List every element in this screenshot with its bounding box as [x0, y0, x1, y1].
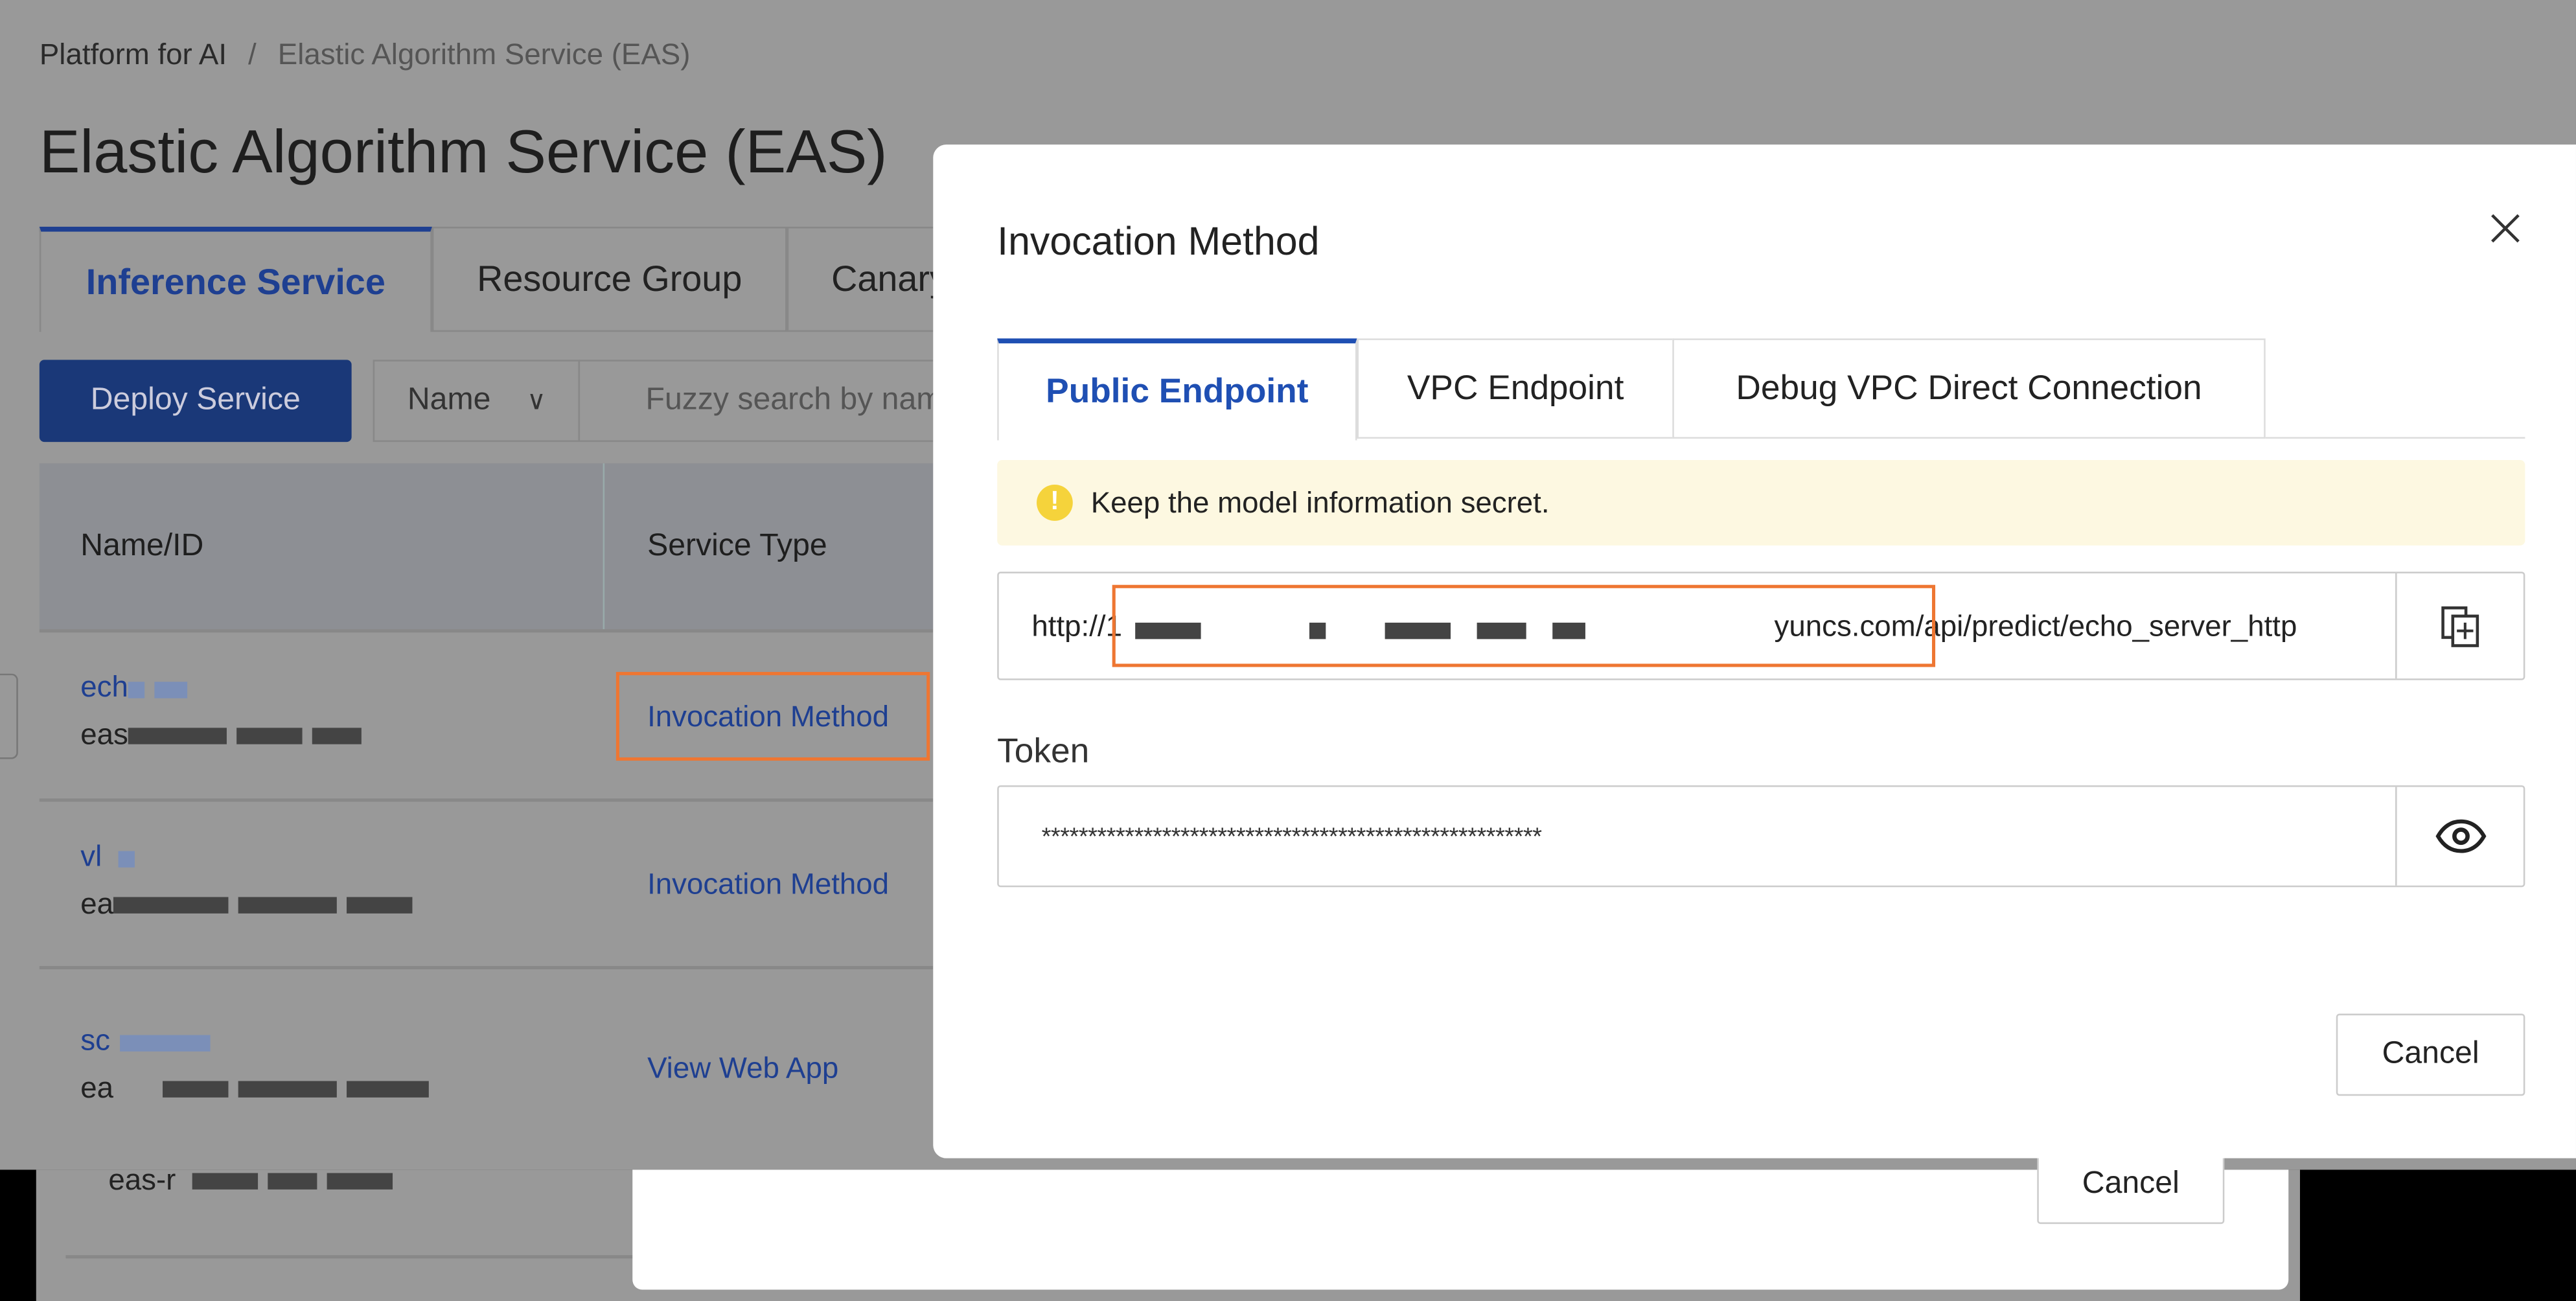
filter-select-value: Name	[407, 382, 491, 418]
table-header: Name/ID Service Type	[39, 463, 960, 630]
tab-vpc-endpoint[interactable]: VPC Endpoint	[1357, 338, 1674, 439]
tab-resource-group[interactable]: Resource Group	[431, 226, 787, 332]
eye-icon	[2435, 819, 2487, 853]
close-icon[interactable]	[2490, 214, 2520, 244]
breadcrumb-platform[interactable]: Platform for AI	[40, 38, 227, 71]
column-name-id: Name/ID	[80, 529, 204, 564]
table-row: sc ea	[80, 1024, 439, 1106]
token-value: ****************************************…	[1041, 823, 1542, 851]
filter-select[interactable]: Name ∨	[373, 360, 581, 443]
toggle-token-visibility-button[interactable]	[2395, 787, 2525, 886]
tab-debug-vpc-direct-connection[interactable]: Debug VPC Direct Connection	[1672, 338, 2266, 439]
page-title: Elastic Algorithm Service (EAS)	[39, 118, 888, 186]
column-service-type: Service Type	[647, 529, 827, 564]
alert-banner: ! Keep the model information secret.	[997, 459, 2525, 546]
table-row: ech eas	[80, 671, 371, 753]
row-divider	[39, 629, 934, 633]
row-divider	[39, 965, 934, 970]
row-divider	[39, 798, 934, 802]
invocation-method-link[interactable]: Invocation Method	[647, 868, 890, 902]
table-row: vl ea	[80, 840, 422, 922]
alert-text: Keep the model information secret.	[1090, 485, 1550, 519]
breadcrumb-separator: /	[248, 38, 257, 71]
tab-public-endpoint[interactable]: Public Endpoint	[997, 338, 1357, 441]
deploy-service-button[interactable]: Deploy Service	[39, 360, 352, 443]
breadcrumb-current: Elastic Algorithm Service (EAS)	[277, 38, 691, 71]
row-divider	[65, 1255, 658, 1259]
service-id: ea	[80, 1071, 114, 1104]
sidebar-collapse-handle[interactable]	[0, 673, 18, 759]
tab-inference-service[interactable]: Inference Service	[39, 226, 432, 332]
service-name-link[interactable]: vl	[80, 840, 102, 873]
service-name-link[interactable]: ech	[80, 671, 128, 704]
view-web-app-link[interactable]: View Web App	[647, 1052, 838, 1086]
service-name-link[interactable]: sc	[80, 1024, 110, 1057]
service-id: eas	[80, 718, 128, 751]
warning-icon: !	[1037, 485, 1073, 521]
copy-button[interactable]	[2395, 573, 2525, 679]
search-input[interactable]: Fuzzy search by name	[578, 360, 956, 443]
invocation-method-link[interactable]: Invocation Method	[615, 672, 930, 761]
endpoint-field[interactable]: http://1 yuncs.com/api/predict/echo_serv…	[997, 571, 2525, 680]
service-id: eas-r	[108, 1163, 176, 1196]
breadcrumb: Platform for AI / Elastic Algorithm Serv…	[40, 38, 691, 72]
column-divider	[603, 463, 605, 630]
cancel-button[interactable]: Cancel	[2336, 1013, 2525, 1096]
endpoint-prefix: http://1	[1031, 609, 1123, 643]
token-label: Token	[997, 732, 1090, 771]
search-placeholder: Fuzzy search by name	[645, 382, 956, 418]
token-field[interactable]: ****************************************…	[997, 785, 2525, 888]
chevron-down-icon: ∨	[527, 387, 546, 416]
highlight-box	[1112, 584, 1936, 667]
service-id: ea	[80, 887, 114, 920]
copy-icon	[2441, 606, 2479, 647]
invocation-method-label: Invocation Method	[647, 698, 890, 732]
dialog-title: Invocation Method	[997, 220, 1320, 265]
